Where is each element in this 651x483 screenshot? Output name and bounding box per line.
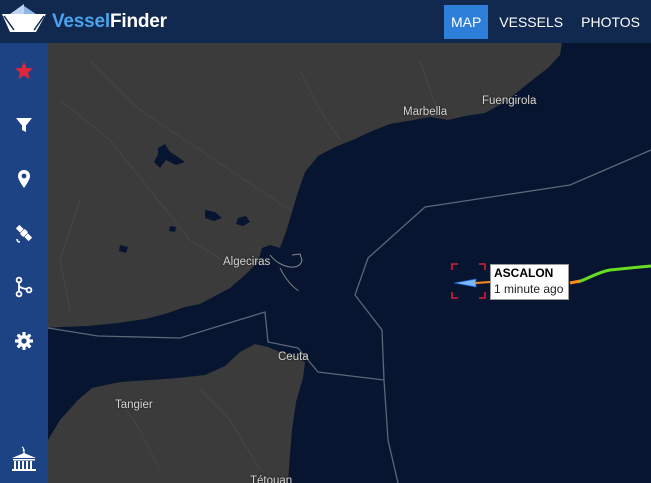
gear-icon — [15, 332, 33, 350]
brand-vessel: Vessel — [52, 10, 110, 32]
filter-button[interactable] — [0, 105, 48, 145]
location-pin-icon — [18, 170, 30, 188]
map-label-algeciras: Algeciras — [223, 256, 271, 268]
map-label-tetouan: Tétouan — [250, 475, 293, 483]
nav-vessels[interactable]: VESSELS — [492, 5, 570, 39]
brand-finder: Finder — [109, 10, 167, 32]
location-button[interactable] — [0, 159, 48, 199]
map-canvas[interactable]: Fuengirola Marbella Algeciras Ceuta Tang… — [48, 43, 651, 483]
favorites-button[interactable] — [0, 51, 48, 91]
nav-photos[interactable]: PHOTOS — [574, 5, 647, 39]
vessel-name: ASCALON — [494, 266, 554, 280]
nav-map[interactable]: MAP — [443, 4, 489, 39]
map-graphic — [48, 43, 651, 483]
sidebar — [0, 43, 48, 483]
map-label-tangier: Tangier — [115, 399, 153, 411]
vessel-last-update: 1 minute ago — [494, 282, 564, 296]
map-label-fuengirola: Fuengirola — [482, 95, 537, 107]
filter-icon — [16, 118, 32, 132]
satellite-icon — [15, 224, 33, 243]
map-label-ceuta: Ceuta — [278, 351, 309, 363]
top-bar: VesselFinder MAP VESSELS PHOTOS — [0, 0, 651, 43]
vessel-tooltip[interactable]: ASCALON 1 minute ago — [490, 264, 570, 300]
star-icon — [15, 62, 33, 79]
route-button[interactable] — [0, 267, 48, 307]
main-nav: MAP VESSELS PHOTOS — [443, 0, 651, 43]
satellite-button[interactable] — [0, 213, 48, 253]
route-icon — [15, 276, 33, 298]
map-label-marbella: Marbella — [403, 106, 448, 118]
logo-ship-icon — [2, 4, 46, 32]
logo[interactable]: VesselFinder — [0, 0, 167, 43]
settings-button[interactable] — [0, 321, 48, 361]
port-icon — [12, 446, 36, 471]
ports-button[interactable] — [0, 439, 48, 479]
